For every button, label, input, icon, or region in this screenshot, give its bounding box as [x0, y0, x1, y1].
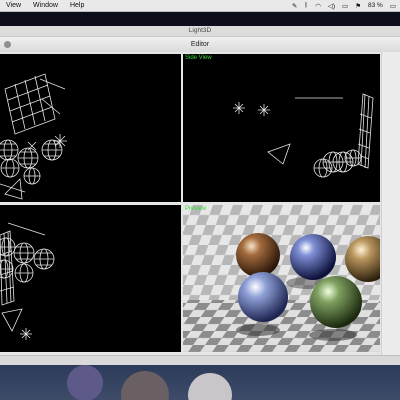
pen-icon[interactable]: ✎	[292, 2, 297, 10]
menu-bar: View Window Help ✎ ᛒ ◠ ◁) ▭ ⚑ 83 % ▭	[0, 0, 400, 12]
bronze-sphere	[236, 233, 280, 277]
volume-icon[interactable]: ◁)	[328, 2, 335, 10]
menu-help[interactable]: Help	[70, 2, 84, 9]
viewport-preview[interactable]: Preview	[183, 205, 380, 352]
desktop-background-top	[0, 12, 400, 26]
status-area: ✎ ᛒ ◠ ◁) ▭ ⚑ 83 % ▭	[292, 0, 400, 11]
viewport-front-wireframe	[0, 222, 55, 340]
viewport-front[interactable]	[0, 205, 181, 352]
app-window-title: Light3D	[0, 26, 400, 36]
close-button[interactable]	[4, 41, 11, 48]
flag-icon[interactable]: ⚑	[355, 2, 361, 10]
green-sphere	[310, 276, 362, 328]
checker-sphere	[238, 272, 288, 322]
viewport-preview-label: Preview	[185, 206, 207, 212]
editor-titlebar: Editor	[0, 36, 400, 53]
viewport-top-wireframe	[0, 73, 67, 200]
wifi-icon[interactable]: ◠	[315, 2, 321, 10]
desktop-background-bottom	[0, 365, 400, 400]
menu-view[interactable]: View	[6, 2, 21, 9]
blue-sphere	[290, 234, 336, 280]
desktop-spheres	[67, 365, 232, 400]
preview-render	[183, 205, 380, 352]
editor-title: Editor	[190, 41, 210, 48]
editor-side-panel	[381, 52, 400, 355]
menu-window[interactable]: Window	[33, 2, 58, 9]
viewport-top[interactable]	[0, 54, 181, 202]
viewport-side[interactable]: Side View	[183, 54, 380, 202]
battery-percent: 83 %	[368, 2, 383, 9]
battery-icon[interactable]: ▭	[390, 2, 396, 10]
viewport-side-wireframe	[233, 93, 374, 178]
cast-icon[interactable]: ▭	[342, 2, 348, 10]
bluetooth-icon[interactable]: ᛒ	[304, 2, 308, 9]
viewport-side-label: Side View	[185, 55, 212, 61]
